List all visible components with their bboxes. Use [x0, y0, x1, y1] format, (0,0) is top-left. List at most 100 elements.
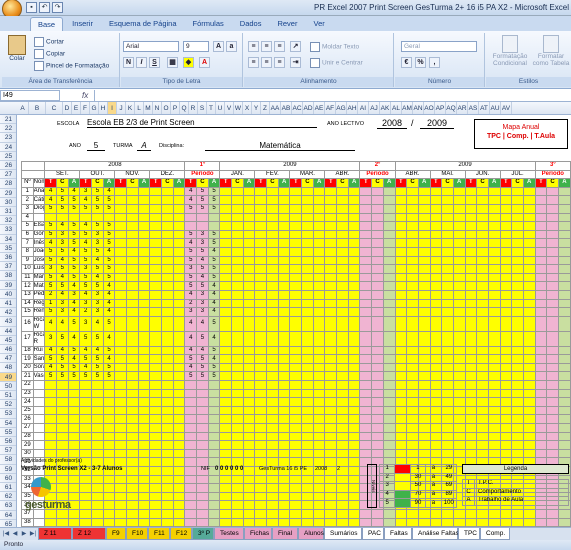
- periodo2-cell[interactable]: [359, 380, 373, 390]
- grade-cell[interactable]: [301, 388, 314, 399]
- grade-cell[interactable]: [277, 212, 291, 223]
- row-header-25[interactable]: 25: [0, 152, 16, 161]
- grade-cell[interactable]: [289, 238, 303, 248]
- grade-cell[interactable]: [511, 440, 524, 450]
- grade-cell[interactable]: [429, 440, 443, 450]
- grade-cell[interactable]: [312, 315, 326, 332]
- grade-cell[interactable]: [254, 330, 268, 347]
- grade-cell[interactable]: [347, 397, 361, 407]
- grade-cell[interactable]: [487, 448, 501, 459]
- grade-cell[interactable]: [499, 246, 513, 257]
- periodo2-cell[interactable]: [382, 380, 396, 390]
- grade-cell[interactable]: [441, 315, 454, 332]
- grade-cell[interactable]: [289, 405, 303, 416]
- grade-cell[interactable]: [266, 281, 279, 291]
- grade-cell[interactable]: [254, 238, 268, 248]
- grade-cell[interactable]: [429, 264, 443, 274]
- periodo3-cell[interactable]: [534, 272, 548, 283]
- font-color-icon[interactable]: A: [199, 57, 210, 68]
- grade-cell[interactable]: [452, 423, 466, 433]
- sheet-tab-2[interactable]: F9: [106, 528, 126, 540]
- grade-cell[interactable]: [476, 281, 489, 291]
- grade-cell[interactable]: [522, 272, 536, 283]
- grade-cell[interactable]: 5: [91, 281, 104, 291]
- merge-center-button[interactable]: Unir e Centrar: [310, 58, 363, 68]
- grade-cell[interactable]: 5: [79, 255, 93, 266]
- grade-cell[interactable]: [266, 354, 279, 364]
- grade-cell[interactable]: [476, 448, 489, 459]
- grade-cell[interactable]: [242, 246, 256, 257]
- grade-cell[interactable]: [161, 354, 174, 364]
- periodo2-cell[interactable]: [371, 431, 384, 442]
- periodo3-cell[interactable]: [546, 508, 559, 519]
- periodo2-cell[interactable]: [382, 330, 396, 347]
- periodo2-cell[interactable]: [371, 397, 384, 407]
- fx-icon[interactable]: fx: [82, 91, 88, 100]
- grade-cell[interactable]: 4: [44, 195, 58, 205]
- grade-cell[interactable]: [149, 405, 163, 416]
- periodo3-cell[interactable]: [557, 345, 571, 356]
- grade-cell[interactable]: [242, 371, 256, 382]
- grade-cell[interactable]: [137, 423, 151, 433]
- grade-cell[interactable]: 3: [91, 307, 104, 317]
- periodo1-cell[interactable]: [196, 414, 209, 425]
- grade-cell[interactable]: [417, 315, 431, 332]
- grade-cell[interactable]: 4: [67, 330, 81, 347]
- periodo1-cell[interactable]: [196, 405, 209, 416]
- grade-cell[interactable]: [114, 474, 128, 485]
- grade-cell[interactable]: [277, 380, 291, 390]
- grade-cell[interactable]: [219, 508, 233, 519]
- periodo1-cell[interactable]: 4: [196, 315, 209, 332]
- grade-cell[interactable]: [522, 362, 536, 373]
- grade-cell[interactable]: [394, 423, 408, 433]
- grade-cell[interactable]: [79, 448, 93, 459]
- grade-cell[interactable]: [219, 397, 233, 407]
- periodo1-cell[interactable]: 4: [207, 307, 221, 317]
- grade-cell[interactable]: [429, 315, 443, 332]
- grade-cell[interactable]: [242, 186, 256, 197]
- grade-cell[interactable]: [102, 397, 116, 407]
- grade-cell[interactable]: [487, 397, 501, 407]
- grade-cell[interactable]: [254, 474, 268, 485]
- grade-cell[interactable]: 5: [44, 255, 58, 266]
- grade-cell[interactable]: [476, 255, 489, 266]
- grade-cell[interactable]: [487, 289, 501, 300]
- periodo1-cell[interactable]: 5: [207, 203, 221, 214]
- periodo1-cell[interactable]: [196, 474, 209, 485]
- grade-cell[interactable]: [161, 371, 174, 382]
- grade-cell[interactable]: [172, 423, 186, 433]
- grade-cell[interactable]: [219, 246, 233, 257]
- grade-cell[interactable]: [394, 298, 408, 309]
- grade-cell[interactable]: [406, 298, 419, 309]
- grade-cell[interactable]: [464, 221, 478, 231]
- grade-cell[interactable]: [347, 264, 361, 274]
- periodo2-cell[interactable]: [371, 440, 384, 450]
- grade-cell[interactable]: [149, 298, 163, 309]
- grade-cell[interactable]: [301, 229, 314, 240]
- column-header-E[interactable]: E: [72, 102, 81, 114]
- grade-cell[interactable]: [406, 517, 419, 527]
- grade-cell[interactable]: [277, 195, 291, 205]
- periodo3-cell[interactable]: [557, 272, 571, 283]
- grade-cell[interactable]: [289, 431, 303, 442]
- grade-cell[interactable]: [522, 246, 536, 257]
- periodo1-cell[interactable]: [184, 212, 198, 223]
- grade-cell[interactable]: [242, 281, 256, 291]
- grade-cell[interactable]: [114, 264, 128, 274]
- turma-value[interactable]: A: [137, 141, 151, 151]
- grade-cell[interactable]: 5: [102, 371, 116, 382]
- grade-cell[interactable]: [172, 500, 186, 510]
- grade-cell[interactable]: 5: [102, 315, 116, 332]
- column-header-V[interactable]: V: [225, 102, 234, 114]
- grade-cell[interactable]: [266, 448, 279, 459]
- student-name[interactable]: [32, 423, 46, 433]
- grade-cell[interactable]: 3: [56, 307, 69, 317]
- periodo2-cell[interactable]: [382, 388, 396, 399]
- grade-cell[interactable]: [441, 517, 454, 527]
- grade-cell[interactable]: [522, 298, 536, 309]
- grade-cell[interactable]: [301, 423, 314, 433]
- grade-cell[interactable]: [126, 474, 139, 485]
- grade-cell[interactable]: [499, 281, 513, 291]
- grade-cell[interactable]: [172, 431, 186, 442]
- grade-cell[interactable]: [476, 508, 489, 519]
